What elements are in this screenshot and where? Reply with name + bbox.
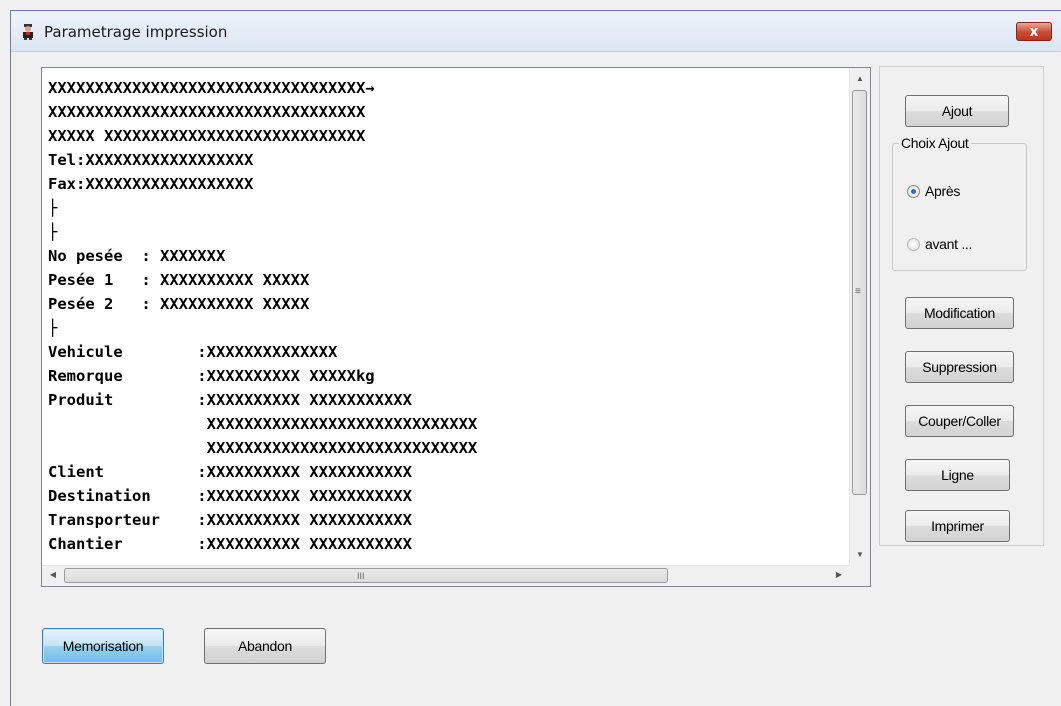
scroll-down-icon[interactable]: ▼ [851, 546, 869, 564]
template-line[interactable]: ├ [48, 316, 57, 340]
horizontal-scroll-thumb[interactable]: III [64, 568, 668, 583]
template-line[interactable]: Vehicule :XXXXXXXXXXXXXX [48, 340, 337, 364]
choix-ajout-label: Choix Ajout [899, 135, 971, 151]
radio-avant-label: avant ... [925, 236, 973, 252]
template-line[interactable]: XXXXXXXXXXXXXXXXXXXXXXXXXXXXXXXXXX [48, 100, 365, 124]
imprimer-button[interactable]: Imprimer [905, 510, 1010, 542]
scrollbar-corner [850, 566, 870, 586]
template-line[interactable]: Pesée 2 : XXXXXXXXXX XXXXX [48, 292, 309, 316]
title-bar[interactable]: Parametrage impression x [11, 11, 1061, 52]
template-line[interactable]: Remorque :XXXXXXXXXX XXXXXkg [48, 364, 375, 388]
side-panel: Ajout Choix Ajout Après avant ... Modifi… [879, 66, 1044, 546]
app-icon [23, 24, 33, 40]
modification-button[interactable]: Modification [905, 297, 1014, 329]
template-line[interactable]: ├ [48, 196, 57, 220]
template-line[interactable]: ├ [48, 220, 57, 244]
radio-apres-label: Après [925, 183, 961, 199]
suppression-button[interactable]: Suppression [905, 351, 1014, 383]
template-line[interactable]: Destination :XXXXXXXXXX XXXXXXXXXXX [48, 484, 412, 508]
radio-apres[interactable]: Après [907, 183, 960, 199]
close-button[interactable]: x [1016, 22, 1052, 41]
scroll-grip-icon: III [357, 571, 365, 581]
template-line[interactable]: Produit :XXXXXXXXXX XXXXXXXXXXX [48, 388, 412, 412]
template-line[interactable]: XXXXXXXXXXXXXXXXXXXXXXXXXXXXX [48, 436, 478, 460]
radio-unchecked-icon[interactable] [907, 238, 920, 251]
ligne-button[interactable]: Ligne [905, 459, 1010, 491]
memorisation-button[interactable]: Memorisation [42, 628, 164, 664]
scroll-up-icon[interactable]: ▲ [851, 70, 869, 88]
ajout-button[interactable]: Ajout [905, 95, 1009, 127]
couper-coller-button[interactable]: Couper/Coller [905, 405, 1014, 437]
abandon-button[interactable]: Abandon [204, 628, 326, 664]
template-line[interactable]: Pesée 1 : XXXXXXXXXX XXXXX [48, 268, 309, 292]
template-line[interactable]: No pesée : XXXXXXX [48, 244, 225, 268]
template-text-editor[interactable]: XXXXXXXXXXXXXXXXXXXXXXXXXXXXXXXXXX→ XXXXX… [41, 67, 871, 587]
template-line[interactable]: XXXXXXXXXXXXXXXXXXXXXXXXXXXXXXXXXX→ [48, 76, 375, 100]
scroll-grip-icon: ≡ [855, 286, 861, 297]
scroll-left-icon[interactable]: ◀ [44, 566, 62, 584]
template-line[interactable]: Transporteur :XXXXXXXXXX XXXXXXXXXXX [48, 508, 412, 532]
window-title: Parametrage impression [44, 23, 228, 41]
template-line[interactable]: XXXXX XXXXXXXXXXXXXXXXXXXXXXXXXXXX [48, 124, 365, 148]
vertical-scroll-thumb[interactable]: ≡ [852, 90, 867, 495]
parametrage-window: Parametrage impression x XXXXXXXXXXXXXXX… [10, 10, 1061, 706]
choix-ajout-group: Choix Ajout Après avant ... [892, 135, 1027, 271]
close-icon: x [1029, 24, 1039, 40]
template-text-area[interactable]: XXXXXXXXXXXXXXXXXXXXXXXXXXXXXXXXXX→ XXXXX… [42, 68, 850, 566]
template-line[interactable]: Fax:XXXXXXXXXXXXXXXXXX [48, 172, 253, 196]
radio-checked-icon[interactable] [907, 185, 920, 198]
template-line[interactable]: Tel:XXXXXXXXXXXXXXXXXX [48, 148, 253, 172]
radio-avant[interactable]: avant ... [907, 236, 972, 252]
horizontal-scrollbar[interactable]: ◀ III ▶ [42, 565, 850, 586]
template-line[interactable]: XXXXXXXXXXXXXXXXXXXXXXXXXXXXX [48, 412, 478, 436]
vertical-scrollbar[interactable]: ▲ ≡ ▼ [849, 68, 870, 566]
template-line[interactable]: Client :XXXXXXXXXX XXXXXXXXXXX [48, 460, 412, 484]
scroll-right-icon[interactable]: ▶ [830, 566, 848, 584]
template-line[interactable]: Chantier :XXXXXXXXXX XXXXXXXXXXX [48, 532, 412, 556]
